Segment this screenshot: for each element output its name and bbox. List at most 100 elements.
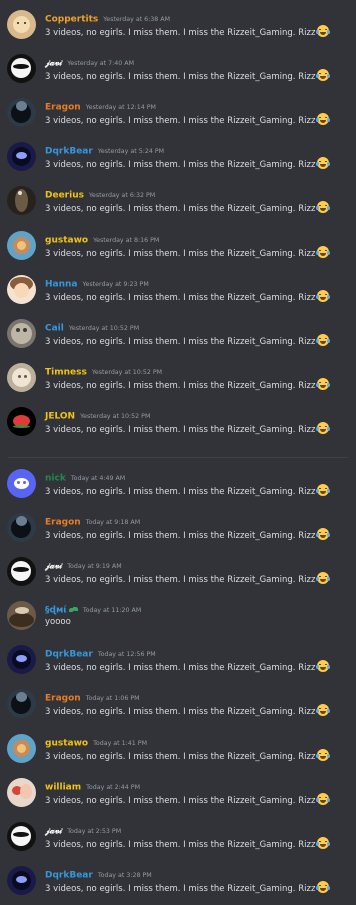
message-text: 3 videos, no egirls. I miss them. I miss… <box>45 531 316 541</box>
timestamp[interactable]: Today at 9:19 AM <box>67 563 121 570</box>
avatar[interactable] <box>7 98 36 127</box>
laughing-tears-emoji-icon <box>316 704 331 716</box>
timestamp[interactable]: Today at 2:44 PM <box>86 784 140 791</box>
message-content: 3 videos, no egirls. I miss them. I miss… <box>45 157 356 171</box>
laughing-tears-emoji-icon <box>316 290 331 302</box>
message-row[interactable]: Deerius Yesterday at 6:32 PM 3 videos, no … <box>0 185 356 225</box>
username[interactable]: 𝒿𝒶𝓋𝒾 <box>45 59 62 69</box>
message-header: nick Today at 4:49 AM <box>45 468 125 484</box>
discord-logo-icon[interactable] <box>7 469 36 498</box>
message-row[interactable]: Hanna Yesterday at 9:23 PM 3 videos, no eg… <box>0 274 356 314</box>
timestamp[interactable]: Today at 4:49 AM <box>71 475 125 482</box>
username[interactable]: Coppertits <box>45 15 98 25</box>
message-row[interactable]: DqrkBear Yesterday at 5:24 PM 3 videos, no… <box>0 141 356 181</box>
day-divider <box>8 457 348 458</box>
message-row[interactable]: 𝒿𝒶𝓋𝒾 Yesterday at 7:40 AM 3 videos, no egi… <box>0 53 356 93</box>
avatar[interactable] <box>7 319 36 348</box>
message-row[interactable]: Eragon Today at 9:18 AM 3 videos, no egirl… <box>0 512 356 552</box>
avatar[interactable] <box>7 54 36 83</box>
username[interactable]: Hanna <box>45 280 78 290</box>
avatar[interactable] <box>7 645 36 674</box>
username[interactable]: Eragon <box>45 103 81 113</box>
timestamp[interactable]: Yesterday at 10:52 PM <box>80 413 150 420</box>
timestamp[interactable]: Today at 9:18 AM <box>86 519 140 526</box>
username[interactable]: Cail <box>45 324 64 334</box>
message-row[interactable]: william Today at 2:44 PM 3 videos, no egir… <box>0 777 356 817</box>
timestamp[interactable]: Yesterday at 6:32 PM <box>89 192 155 199</box>
avatar[interactable] <box>7 275 36 304</box>
username[interactable]: william <box>45 783 81 793</box>
username[interactable]: JELON <box>45 412 75 422</box>
avatar[interactable] <box>7 689 36 718</box>
timestamp[interactable]: Yesterday at 5:24 PM <box>98 148 164 155</box>
laughing-tears-emoji-icon <box>316 378 331 390</box>
timestamp[interactable]: Yesterday at 10:52 PM <box>92 369 162 376</box>
message-content: 3 videos, no egirls. I miss them. I miss… <box>45 528 356 542</box>
timestamp[interactable]: Yesterday at 8:16 PM <box>93 237 159 244</box>
username[interactable]: nick <box>45 474 66 484</box>
username[interactable]: DqrkBear <box>45 147 93 157</box>
username[interactable]: 𝒿𝒶𝓋𝒾 <box>45 827 62 837</box>
timestamp[interactable]: Yesterday at 7:40 AM <box>67 60 134 67</box>
message-row[interactable]: 𝒿𝒶𝓋𝒾 Today at 9:19 AM 3 videos, no egirls.… <box>0 556 356 596</box>
message-row[interactable]: DqrkBear Today at 3:28 PM 3 videos, no egi… <box>0 865 356 905</box>
timestamp[interactable]: Yesterday at 10:52 PM <box>69 325 139 332</box>
message-header: Hanna Yesterday at 9:23 PM <box>45 274 149 290</box>
message-text: 3 videos, no egirls. I miss them. I miss… <box>45 707 316 717</box>
username[interactable]: 𝒿𝒶𝓋𝒾 <box>45 562 62 572</box>
laughing-tears-emoji-icon <box>316 793 331 805</box>
username[interactable]: Timness <box>45 368 87 378</box>
timestamp[interactable]: Today at 3:28 PM <box>98 872 152 879</box>
avatar[interactable] <box>7 407 36 436</box>
username[interactable]: Deerius <box>45 191 84 201</box>
message-row[interactable]: Cail Yesterday at 10:52 PM 3 videos, no eg… <box>0 318 356 358</box>
message-row[interactable]: 𝒿𝒶𝓋𝒾 Today at 2:53 PM 3 videos, no egirls.… <box>0 821 356 861</box>
username[interactable]: Eragon <box>45 518 81 528</box>
username[interactable]: §ɖмί <box>45 606 67 616</box>
message-row[interactable]: §ɖмί Today at 11:20 AM yoooo <box>0 600 356 640</box>
laughing-tears-emoji-icon <box>316 334 331 346</box>
avatar[interactable] <box>7 557 36 586</box>
message-header: Coppertits Yesterday at 6:38 AM <box>45 9 170 25</box>
message-row[interactable]: Eragon Today at 1:06 PM 3 videos, no egirl… <box>0 688 356 728</box>
timestamp[interactable]: Today at 1:41 PM <box>93 740 147 747</box>
avatar[interactable] <box>7 231 36 260</box>
avatar[interactable] <box>7 10 36 39</box>
timestamp[interactable]: Today at 11:20 AM <box>83 607 141 614</box>
message-header: william Today at 2:44 PM <box>45 777 140 793</box>
message-row[interactable]: Eragon Yesterday at 12:14 PM 3 videos, no … <box>0 97 356 137</box>
message-text: 3 videos, no egirls. I miss them. I miss… <box>45 28 316 38</box>
timestamp[interactable]: Today at 1:06 PM <box>86 695 140 702</box>
timestamp[interactable]: Today at 12:56 PM <box>98 651 156 658</box>
avatar[interactable] <box>7 601 36 630</box>
username[interactable]: Eragon <box>45 694 81 704</box>
avatar[interactable] <box>7 866 36 895</box>
timestamp[interactable]: Yesterday at 6:38 AM <box>103 16 170 23</box>
message-row[interactable]: JELON Yesterday at 10:52 PM 3 videos, no e… <box>0 406 356 446</box>
timestamp[interactable]: Today at 2:53 PM <box>67 828 121 835</box>
message-row[interactable]: Timness Yesterday at 10:52 PM 3 videos, no… <box>0 362 356 402</box>
avatar[interactable] <box>7 734 36 763</box>
message-text: 3 videos, no egirls. I miss them. I miss… <box>45 752 316 762</box>
timestamp[interactable]: Yesterday at 9:23 PM <box>83 281 149 288</box>
message-row[interactable]: DqrkBear Today at 12:56 PM 3 videos, no eg… <box>0 644 356 684</box>
avatar[interactable] <box>7 142 36 171</box>
avatar[interactable] <box>7 186 36 215</box>
username[interactable]: DqrkBear <box>45 871 93 881</box>
avatar[interactable] <box>7 778 36 807</box>
message-header: Eragon Today at 9:18 AM <box>45 512 140 528</box>
username[interactable]: DqrkBear <box>45 650 93 660</box>
message-header: DqrkBear Today at 3:28 PM <box>45 865 152 881</box>
message-text: 3 videos, no egirls. I miss them. I miss… <box>45 663 316 673</box>
message-row[interactable]: gustawo Yesterday at 8:16 PM 3 videos, no … <box>0 230 356 270</box>
username[interactable]: gustawo <box>45 739 88 749</box>
username[interactable]: gustawo <box>45 236 88 246</box>
timestamp[interactable]: Yesterday at 12:14 PM <box>86 104 156 111</box>
message-row[interactable]: gustawo Today at 1:41 PM 3 videos, no egir… <box>0 733 356 773</box>
avatar[interactable] <box>7 822 36 851</box>
avatar[interactable] <box>7 513 36 542</box>
laughing-tears-emoji-icon <box>316 528 331 540</box>
message-row[interactable]: nick Today at 4:49 AM 3 videos, no egirls.… <box>0 468 356 508</box>
message-row[interactable]: Coppertits Yesterday at 6:38 AM 3 videos, … <box>0 9 356 49</box>
avatar[interactable] <box>7 363 36 392</box>
